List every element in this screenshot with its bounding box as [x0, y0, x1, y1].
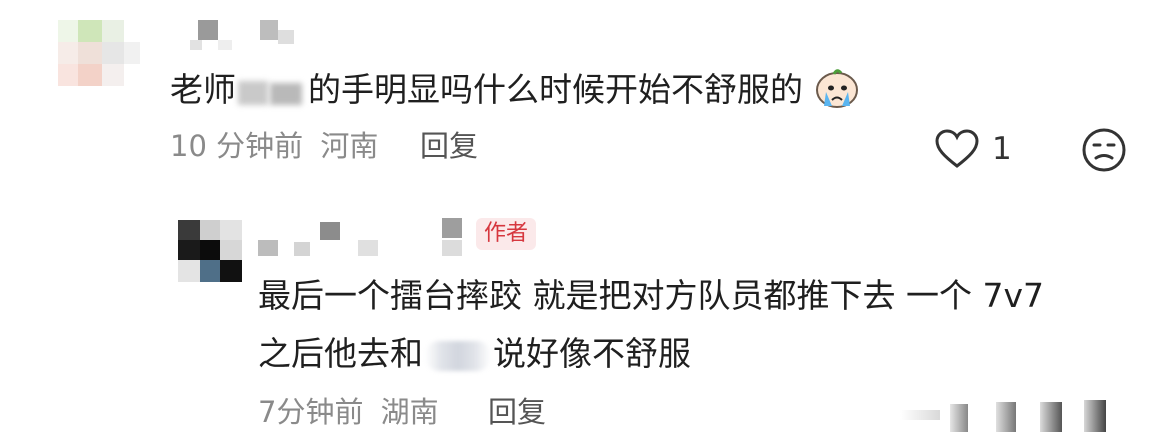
author-badge: 作者	[476, 218, 537, 250]
comment-text-rest: 的手明显吗什么时候开始不舒服的	[308, 70, 803, 109]
reply-item: 作者 最后一个擂台摔跤 就是把对方队员都推下去 一个 7v7 之后他去和 说好像不…	[0, 200, 1170, 444]
comment-text-start: 老师	[170, 70, 236, 109]
censored-word	[236, 77, 308, 107]
watermark-decoration	[900, 396, 1120, 436]
reply-meta: 7分钟前 湖南	[258, 394, 439, 430]
comment-meta: 10 分钟前 河南	[170, 128, 378, 164]
redacted-name	[425, 340, 491, 371]
comment-item: 老师 的手明显吗什么时候开始不舒服的 10 分钟前 河南 回复 1	[0, 0, 1170, 200]
crying-emoji-icon	[814, 68, 860, 108]
reply-reply-button[interactable]: 回复	[488, 394, 546, 430]
comment-time: 10 分钟前	[170, 129, 304, 163]
reply-username-blurred[interactable]	[258, 218, 464, 258]
like-count: 1	[992, 131, 1012, 167]
reply-text-line2-start: 之后他去和	[258, 334, 423, 373]
reply-text-line1: 最后一个擂台摔跤 就是把对方队员都推下去 一个 7v7	[258, 276, 1044, 315]
reply-time: 7分钟前	[258, 395, 364, 429]
comment-reply-button[interactable]: 回复	[420, 128, 478, 164]
like-button[interactable]: 1	[934, 128, 1024, 170]
dislike-button[interactable]	[1080, 126, 1128, 174]
comment-location: 河南	[320, 129, 379, 163]
avatar[interactable]	[58, 20, 140, 86]
comment-text: 老师 的手明显吗什么时候开始不舒服的	[170, 68, 860, 112]
reply-text-line2-end: 说好像不舒服	[493, 334, 691, 373]
reply-text-line2: 之后他去和 说好像不舒服	[258, 334, 691, 374]
username-blurred[interactable]	[190, 20, 300, 50]
reply-avatar[interactable]	[178, 220, 242, 282]
unhappy-face-icon	[1080, 128, 1128, 178]
heart-icon	[934, 128, 980, 174]
reply-location: 湖南	[380, 395, 439, 429]
